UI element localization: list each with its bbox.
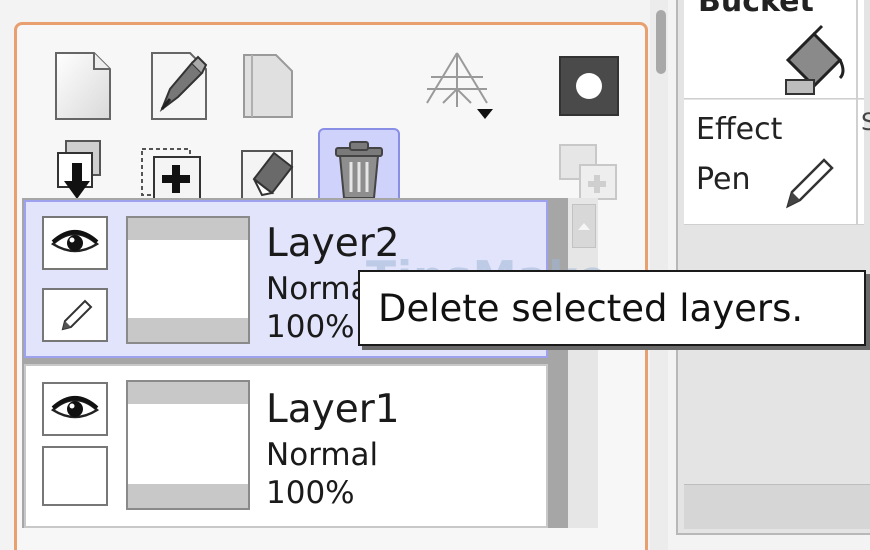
layer-blend-mode: Normal	[266, 437, 379, 473]
new-layer-folder-button[interactable]	[226, 44, 308, 128]
new-layer-folder-icon	[243, 54, 293, 118]
eye-icon	[50, 396, 100, 419]
pen-lock-toggle[interactable]	[42, 288, 108, 342]
arrow-up-icon	[578, 223, 590, 230]
layer-opacity: 100%	[266, 475, 355, 511]
link-layers-icon	[559, 144, 617, 200]
new-layer-icon	[55, 52, 111, 120]
layer-mask-icon	[559, 56, 619, 116]
pen-lock-toggle[interactable]	[42, 446, 108, 506]
pencil-icon	[786, 158, 834, 209]
tool-panel-bottom-bar	[684, 484, 870, 529]
scroll-up-button[interactable]	[572, 204, 596, 248]
pencil-icon	[61, 299, 93, 331]
new-pen-layer-icon	[151, 52, 208, 120]
clear-layer-icon	[241, 150, 294, 202]
layer-opacity: 100%	[266, 309, 355, 345]
tool-label-pen: Pen	[696, 162, 751, 197]
perspective-ruler-icon	[426, 52, 493, 119]
layer-thumbnail	[126, 216, 250, 344]
layer-mask-button[interactable]	[548, 44, 630, 128]
tool-label: Bucket	[698, 0, 814, 19]
tool-column-divider	[856, 0, 858, 224]
delete-layer-tooltip: Delete selected layers.	[358, 270, 866, 346]
top-strip	[0, 0, 660, 22]
visibility-toggle[interactable]	[42, 382, 108, 436]
layer-row-layer1[interactable]: Layer1 Normal 100%	[24, 364, 548, 528]
visibility-toggle[interactable]	[42, 216, 108, 270]
trash-icon	[335, 141, 383, 199]
merge-down-icon	[141, 148, 201, 202]
transfer-down-icon	[57, 140, 101, 199]
tooltip-text: Delete selected layers.	[378, 286, 804, 330]
tool-bucket[interactable]: Bucket	[684, 0, 864, 99]
bucket-icon	[785, 24, 845, 95]
layer-name: Layer1	[266, 387, 400, 432]
tool-label-effect: Effect	[696, 112, 783, 147]
tool-effect-pen[interactable]: Effect Pen	[684, 100, 864, 225]
panel-scrollbar-thumb[interactable]	[656, 10, 666, 74]
eye-icon	[50, 230, 100, 253]
tool-label-next: S	[861, 108, 870, 136]
layer-list: Layer2 Normal 100% Layer1 Normal 100%	[22, 198, 596, 528]
new-layer-button[interactable]	[42, 44, 124, 128]
new-pen-layer-button[interactable]	[138, 44, 220, 128]
layer-thumbnail	[126, 380, 250, 510]
perspective-ruler-button[interactable]	[418, 44, 500, 128]
